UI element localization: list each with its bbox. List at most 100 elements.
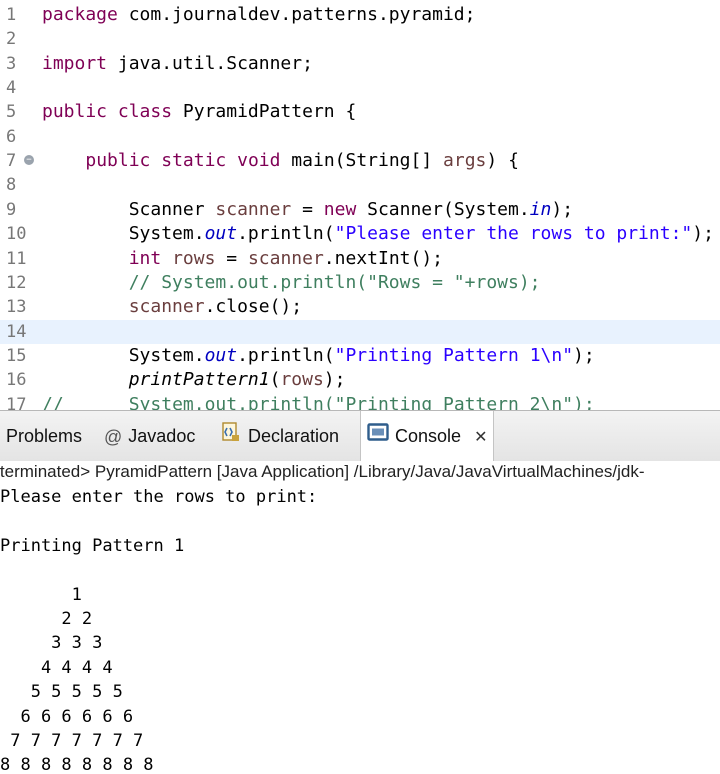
code-text: System.out.println("Please enter the row… bbox=[42, 222, 714, 246]
console-line: Printing Pattern 1 bbox=[0, 535, 185, 556]
line-number: 15 bbox=[6, 345, 27, 366]
code-text: public class PyramidPattern { bbox=[42, 100, 356, 124]
code-token: printPattern1 bbox=[128, 369, 270, 391]
code-line[interactable]: 15 System.out.println("Printing Pattern … bbox=[0, 344, 720, 368]
console-line: Please enter the rows to print: bbox=[0, 487, 318, 507]
code-token: class bbox=[117, 101, 173, 123]
code-token: scanner bbox=[247, 247, 324, 269]
console-line: 6 6 6 6 6 6 bbox=[0, 706, 134, 727]
tab-declaration[interactable]: Declaration bbox=[220, 411, 339, 461]
tab-javadoc[interactable]: @ Javadoc bbox=[104, 411, 195, 461]
code-token: ); bbox=[573, 344, 595, 366]
line-number: 5 bbox=[6, 102, 17, 123]
code-line[interactable]: 16 printPattern1(rows); bbox=[0, 368, 720, 392]
code-line[interactable]: 9 Scanner scanner = new Scanner(System.i… bbox=[0, 198, 720, 222]
javadoc-icon: @ bbox=[104, 427, 123, 448]
code-token: // bbox=[42, 393, 64, 410]
code-token: .println( bbox=[237, 223, 335, 245]
code-line[interactable]: 14 bbox=[0, 319, 720, 344]
code-token: args bbox=[443, 150, 487, 172]
console-output: Please enter the rows to print: Printing … bbox=[0, 485, 317, 774]
code-token: System. bbox=[42, 223, 205, 245]
code-line[interactable]: 10 System.out.println("Please enter the … bbox=[0, 222, 720, 246]
code-line[interactable]: 17 // System.out.println("Printing Patter… bbox=[0, 393, 720, 410]
console-line: 7 7 7 7 7 7 7 bbox=[0, 730, 144, 751]
line-number: 10 bbox=[6, 224, 27, 245]
line-number: 6 bbox=[6, 126, 17, 147]
console-line: 1 bbox=[0, 584, 82, 605]
code-token: .close(); bbox=[204, 296, 303, 318]
line-number: 17 bbox=[6, 394, 27, 410]
console-line: 4 4 4 4 bbox=[0, 657, 113, 678]
console-status-header: <terminated> PyramidPattern [Java Applic… bbox=[0, 462, 645, 481]
code-line[interactable]: 5 public class PyramidPattern { bbox=[0, 100, 720, 124]
tab-console-label: Console bbox=[395, 426, 462, 446]
tab-javadoc-label: Javadoc bbox=[128, 426, 196, 446]
tab-problems[interactable]: Problems bbox=[6, 411, 82, 461]
code-line[interactable]: 13 scanner.close(); bbox=[0, 295, 720, 319]
code-text: printPattern1(rows); bbox=[42, 368, 346, 392]
code-line[interactable]: 1 package com.journaldev.patterns.pyramid… bbox=[0, 3, 720, 27]
code-text: public static void main(String[] args) { bbox=[42, 149, 519, 173]
code-text: int rows = scanner.nextInt(); bbox=[42, 247, 443, 271]
code-line[interactable]: 3 import java.util.Scanner; bbox=[0, 52, 720, 76]
tab-console[interactable]: Console ✕ bbox=[360, 411, 495, 462]
line-number: 4 bbox=[6, 78, 17, 99]
code-text: // System.out.println("Rows = "+rows); bbox=[42, 271, 541, 295]
code-line[interactable]: 8 bbox=[0, 173, 720, 197]
code-token: Scanner(System. bbox=[356, 198, 530, 220]
code-token: .println( bbox=[237, 344, 335, 366]
code-token: import bbox=[42, 52, 108, 74]
code-token: out bbox=[204, 344, 238, 366]
code-token: public bbox=[42, 101, 108, 123]
code-line[interactable]: 4 bbox=[0, 76, 720, 100]
code-line[interactable]: 12 // System.out.println("Rows = "+rows)… bbox=[0, 271, 720, 295]
code-token: ); bbox=[551, 198, 574, 220]
code-token: scanner bbox=[215, 198, 292, 220]
code-token: = bbox=[291, 198, 324, 220]
code-token: // System.out.println("Rows = "+rows); bbox=[128, 271, 541, 293]
code-token: ); bbox=[323, 369, 346, 391]
line-number: 13 bbox=[6, 297, 27, 318]
declaration-icon bbox=[220, 412, 242, 462]
code-text: scanner.close(); bbox=[42, 295, 302, 319]
close-icon[interactable]: ✕ bbox=[474, 429, 487, 446]
code-token: System. bbox=[42, 344, 205, 366]
console-line: 3 3 3 bbox=[0, 633, 103, 654]
code-token: static bbox=[161, 150, 227, 172]
console-line: 8 8 8 8 8 8 8 8 bbox=[0, 755, 154, 774]
line-number: 8 bbox=[6, 175, 17, 196]
code-line[interactable]: 11 int rows = scanner.nextInt(); bbox=[0, 247, 720, 271]
line-number: 11 bbox=[6, 248, 27, 269]
code-token: System.out.println("Printing Pattern 2\n… bbox=[128, 393, 595, 410]
code-text: // System.out.println("Printing Pattern … bbox=[42, 393, 595, 410]
code-line[interactable]: 6 bbox=[0, 125, 720, 149]
code-token: void bbox=[237, 150, 281, 172]
line-number: 14 bbox=[6, 321, 27, 342]
code-token: public bbox=[85, 150, 151, 172]
code-token: ( bbox=[269, 369, 281, 391]
code-text: package com.journaldev.patterns.pyramid; bbox=[42, 3, 475, 27]
code-editor[interactable]: 1 package com.journaldev.patterns.pyramid… bbox=[0, 0, 720, 410]
console-icon bbox=[367, 412, 389, 462]
code-token: ); bbox=[692, 223, 714, 245]
console-line: 5 5 5 5 5 bbox=[0, 682, 123, 703]
code-token: .nextInt(); bbox=[323, 247, 444, 269]
code-line[interactable]: 7− public static void main(String[] args… bbox=[0, 149, 720, 173]
code-token: rows bbox=[172, 247, 216, 269]
code-token: java.util.Scanner; bbox=[107, 52, 313, 74]
code-line[interactable]: 2 bbox=[0, 27, 720, 51]
code-token: int bbox=[128, 247, 162, 269]
code-token: PyramidPattern { bbox=[172, 101, 357, 123]
console-view[interactable]: <terminated> PyramidPattern [Java Applic… bbox=[0, 461, 720, 774]
